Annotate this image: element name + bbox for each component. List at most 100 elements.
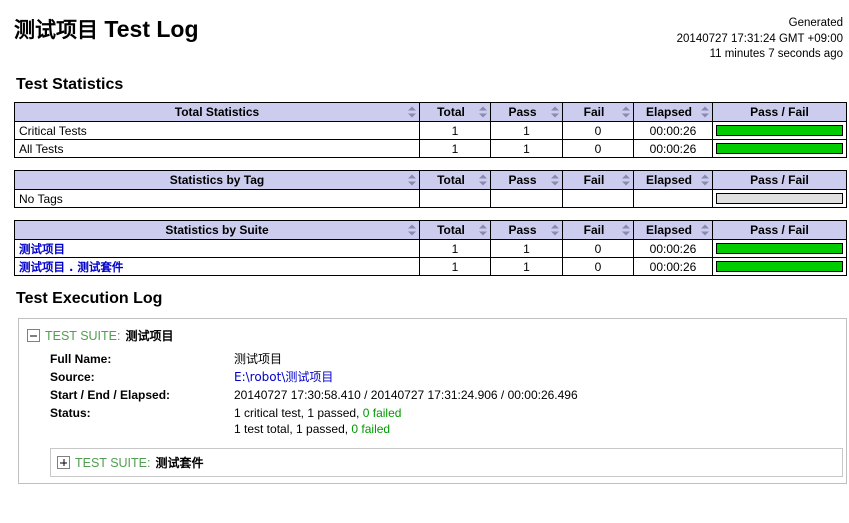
row-label-cell: All Tests	[14, 139, 420, 158]
column-header-elapsed[interactable]: Elapsed	[633, 102, 713, 122]
metadata-label: Source:	[50, 370, 95, 384]
sort-arrows-icon[interactable]	[550, 174, 559, 186]
child-suite-name: 测试套件	[155, 456, 204, 470]
child-suite-box: TEST SUITE: 测试套件	[50, 448, 843, 477]
status-failed-count: 0 failed	[362, 406, 402, 420]
table-header-row: Total Statistics Total Pass Fail Elapsed Pass…	[14, 102, 847, 122]
column-header-elapsed[interactable]: Elapsed	[633, 220, 713, 240]
row-label-cell[interactable]: 测试项目 . 测试套件	[14, 257, 420, 276]
sort-arrows-icon[interactable]	[621, 174, 630, 186]
source-link[interactable]: E:\robot\测试项目	[234, 370, 333, 384]
cell-total: 1	[419, 139, 491, 158]
pass-fail-bar-cell	[712, 121, 847, 140]
column-header-label: Fail	[583, 105, 605, 119]
sort-arrows-icon[interactable]	[550, 224, 559, 236]
sort-arrows-icon[interactable]	[407, 224, 416, 236]
pass-bar-segment	[717, 262, 842, 271]
pass-fail-bar-cell	[712, 239, 847, 258]
column-header-pass[interactable]: Pass	[490, 170, 563, 190]
metadata-label: Start / End / Elapsed:	[50, 388, 171, 402]
row-label-cell[interactable]: 测试项目	[14, 239, 420, 258]
metadata-value: 20140727 17:30:58.410 / 20140727 17:31:2…	[234, 388, 578, 402]
table-row: No Tags	[14, 189, 847, 208]
pass-fail-bar	[716, 125, 843, 136]
root-suite-kind-label: TEST SUITE:	[45, 328, 121, 343]
cell-fail: 0	[562, 139, 634, 158]
generated-info: Generated 20140727 17:31:24 GMT +09:00 1…	[677, 16, 843, 63]
table-row: Critical Tests 1 1 0 00:00:26	[14, 121, 847, 140]
column-header-pass[interactable]: Pass	[490, 220, 563, 240]
status-line: 1 critical test, 1 passed, 0 failed	[234, 405, 578, 421]
metadata-value: 测试项目	[234, 352, 283, 366]
cell-total: 1	[419, 121, 491, 140]
column-header-total[interactable]: Total	[419, 102, 491, 122]
cell-fail: 0	[562, 239, 634, 258]
cell-elapsed: 00:00:26	[633, 139, 713, 158]
expand-icon[interactable]	[57, 456, 70, 469]
suite-link[interactable]: 测试项目 . 测试套件	[19, 260, 123, 274]
column-header-label: Total	[437, 105, 465, 119]
collapse-icon[interactable]	[27, 329, 40, 342]
cell-elapsed	[633, 189, 713, 208]
status-row: Status: 1 critical test, 1 passed, 0 fail…	[50, 404, 578, 438]
sort-arrows-icon[interactable]	[700, 106, 709, 118]
sort-arrows-icon[interactable]	[478, 106, 487, 118]
pass-fail-bar	[716, 243, 843, 254]
cell-fail	[562, 189, 634, 208]
metadata-row: Start / End / Elapsed: 20140727 17:30:58.…	[50, 386, 578, 404]
column-header-fail[interactable]: Fail	[562, 102, 634, 122]
column-header-total[interactable]: Total	[419, 170, 491, 190]
status-label: Status:	[50, 406, 91, 420]
root-suite-header[interactable]: TEST SUITE: 测试项目	[27, 327, 838, 344]
sort-arrows-icon[interactable]	[550, 106, 559, 118]
pass-fail-bar-cell	[712, 189, 847, 208]
statistics-tables: Total Statistics Total Pass Fail Elapsed Pass…	[4, 102, 847, 276]
statistics-by-suite-table: Statistics by Suite Total Pass Fail Elapsed P…	[14, 220, 847, 276]
cell-pass: 1	[490, 239, 563, 258]
column-header-label: Elapsed	[645, 223, 693, 237]
row-label-cell: No Tags	[14, 189, 420, 208]
column-header-fail[interactable]: Fail	[562, 220, 634, 240]
column-header-total-statistics[interactable]: Total Statistics	[14, 102, 420, 122]
column-header-total[interactable]: Total	[419, 220, 491, 240]
column-header-elapsed[interactable]: Elapsed	[633, 170, 713, 190]
sort-arrows-icon[interactable]	[407, 106, 416, 118]
status-line-text: 1 critical test, 1 passed,	[234, 406, 363, 420]
sort-arrows-icon[interactable]	[407, 174, 416, 186]
sort-arrows-icon[interactable]	[478, 174, 487, 186]
cell-fail: 0	[562, 257, 634, 276]
root-suite-name: 测试项目	[125, 329, 174, 343]
cell-pass: 1	[490, 121, 563, 140]
suite-link[interactable]: 测试项目	[19, 242, 65, 256]
metadata-value[interactable]: E:\robot\测试项目	[234, 368, 578, 386]
column-header-fail[interactable]: Fail	[562, 170, 634, 190]
column-header-label: Statistics by Suite	[165, 223, 269, 237]
column-header-statistics-by-suite[interactable]: Statistics by Suite	[14, 220, 420, 240]
sort-arrows-icon[interactable]	[700, 224, 709, 236]
generated-timestamp: 20140727 17:31:24 GMT +09:00	[676, 32, 843, 45]
cell-elapsed: 00:00:26	[633, 239, 713, 258]
child-suite-header[interactable]: TEST SUITE: 测试套件	[57, 454, 836, 471]
column-header-label: Statistics by Tag	[169, 173, 265, 187]
test-execution-log-heading: Test Execution Log	[16, 290, 163, 307]
column-header-pass[interactable]: Pass	[490, 102, 563, 122]
metadata-label: Full Name:	[50, 352, 112, 366]
table-row: All Tests 1 1 0 00:00:26	[14, 139, 847, 158]
pass-fail-bar	[716, 261, 843, 272]
pass-fail-bar	[716, 193, 843, 204]
sort-arrows-icon[interactable]	[621, 224, 630, 236]
test-statistics-heading: Test Statistics	[16, 76, 124, 93]
column-header-passfail: Pass / Fail	[712, 220, 847, 240]
column-header-statistics-by-tag[interactable]: Statistics by Tag	[14, 170, 420, 190]
sort-arrows-icon[interactable]	[478, 224, 487, 236]
cell-total	[419, 189, 491, 208]
sort-arrows-icon[interactable]	[700, 174, 709, 186]
metadata-row: Source: E:\robot\测试项目	[50, 368, 578, 386]
table-row: 测试项目 . 测试套件 1 1 0 00:00:26	[14, 257, 847, 276]
column-header-passfail: Pass / Fail	[712, 170, 847, 190]
generated-label: Generated	[788, 17, 843, 29]
table-header-row: Statistics by Tag Total Pass Fail Elapsed Pas…	[14, 170, 847, 190]
table-row: 测试项目 1 1 0 00:00:26	[14, 239, 847, 258]
column-header-label: Elapsed	[645, 173, 693, 187]
sort-arrows-icon[interactable]	[621, 106, 630, 118]
